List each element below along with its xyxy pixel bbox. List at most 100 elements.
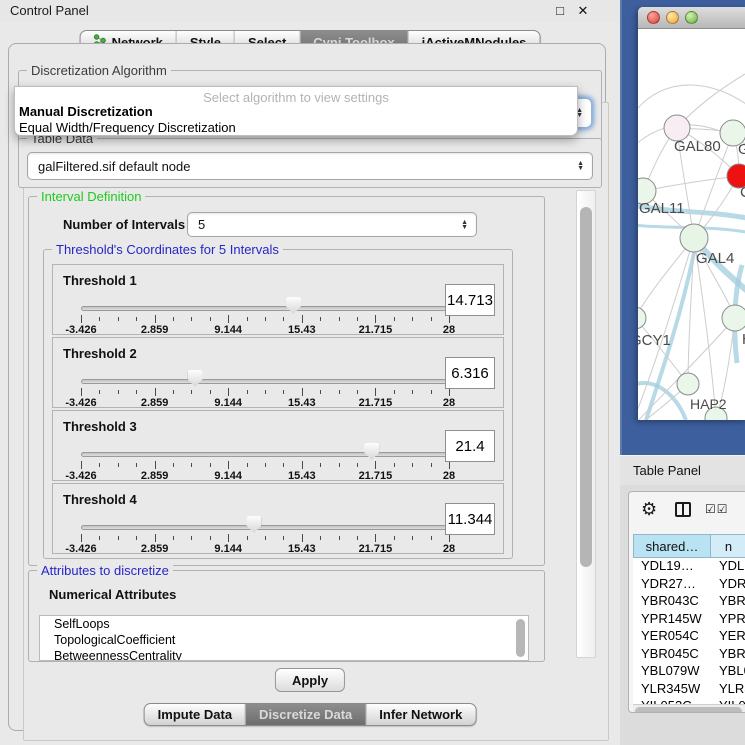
table-row[interactable]: YLR345WYLR3: [633, 681, 745, 699]
list-scrollbar-thumb[interactable]: [516, 619, 525, 657]
tick-label: 21.715: [359, 324, 393, 336]
slider-tick: [339, 463, 340, 467]
threshold-value-field[interactable]: [445, 357, 495, 389]
column-header-shared-[interactable]: shared…: [633, 534, 711, 558]
number-of-intervals-combobox[interactable]: 5 ▲▼: [187, 212, 477, 237]
slider-tick: [357, 390, 358, 394]
attribute-item-selfloops[interactable]: SelfLoops: [40, 616, 528, 632]
tick-label: 15.43: [288, 324, 316, 336]
control-panel-window: Control Panel □ ✕ NetworkStyleSelectCyni…: [0, 0, 620, 745]
slider-tick: [339, 317, 340, 321]
slider-track[interactable]: [81, 379, 449, 384]
table-cell: YDR27…: [633, 576, 711, 594]
combobox-stepper-icon[interactable]: ▲▼: [461, 220, 468, 230]
slider-tick: [320, 390, 321, 394]
slider-tick: [81, 315, 82, 323]
table-hscrollbar[interactable]: [633, 704, 745, 713]
slider-thumb[interactable]: [246, 516, 261, 533]
number-of-intervals-label: Number of Intervals: [63, 217, 185, 232]
threshold-label: Threshold 3: [63, 419, 137, 434]
attribute-item-topologicalcoefficient[interactable]: TopologicalCoefficient: [40, 632, 528, 648]
close-window-icon[interactable]: ✕: [575, 3, 591, 19]
attribute-item-betweennesscentrality[interactable]: BetweennessCentrality: [40, 648, 528, 661]
tab-discretize-data[interactable]: Discretize Data: [245, 704, 365, 725]
combobox-stepper-icon[interactable]: ▲▼: [577, 161, 584, 171]
column-header-n[interactable]: n: [711, 534, 745, 558]
table-row[interactable]: YDR27…YDR2: [633, 576, 745, 594]
slider-tick: [247, 317, 248, 321]
slider-tick: [99, 463, 100, 467]
table-cell: YER054C: [633, 628, 711, 646]
spinner-down-icon: ▼: [461, 225, 468, 230]
interval-definition-title: Interval Definition: [37, 189, 145, 204]
zoom-traffic-light-icon[interactable]: [685, 11, 698, 24]
table-row[interactable]: YBR045CYBR0: [633, 646, 745, 664]
slider-tick: [210, 536, 211, 540]
settings-scrollbar-track[interactable]: [576, 190, 596, 658]
popup-item-manual-discretization[interactable]: Manual Discretization: [19, 104, 153, 119]
network-canvas[interactable]: GAL80GCGAL11GAL4GCY1HHAP2: [638, 29, 745, 420]
algorithm-dropdown-popup: Select algorithm to view settings Manual…: [14, 86, 578, 136]
network-edge[interactable]: [638, 238, 694, 318]
slider-tick: [191, 536, 192, 540]
table-row[interactable]: YER054CYER0: [633, 628, 745, 646]
slider-tick: [302, 461, 303, 469]
table-cell: YBL0: [711, 663, 745, 681]
settings-scrollbar-thumb[interactable]: [580, 207, 592, 567]
network-graph[interactable]: GAL80GCGAL11GAL4GCY1HHAP2: [638, 29, 745, 420]
slider-thumb[interactable]: [188, 370, 203, 387]
slider-tick: [339, 536, 340, 540]
network-edge[interactable]: [638, 85, 745, 114]
tab-impute-data[interactable]: Impute Data: [145, 704, 245, 725]
table-data-group: Table Data galFiltered.sif default node …: [18, 138, 602, 188]
table-cell: YBR045C: [633, 646, 711, 664]
table-data-value: galFiltered.sif default node: [38, 159, 190, 174]
tab-infer-network[interactable]: Infer Network: [365, 704, 475, 725]
network-node-label: GAL80: [674, 138, 721, 155]
slider-track[interactable]: [81, 452, 449, 457]
table-data-combobox[interactable]: galFiltered.sif default node ▲▼: [27, 152, 593, 180]
float-window-icon[interactable]: □: [552, 3, 568, 18]
table-cell: YLR3: [711, 681, 745, 699]
network-node[interactable]: [680, 224, 708, 252]
slider-tick: [265, 390, 266, 394]
tick-label: 2.859: [141, 543, 169, 555]
minimize-traffic-light-icon[interactable]: [666, 11, 679, 24]
gear-icon[interactable]: ⚙: [641, 499, 657, 520]
table-cell: YBL079W: [633, 663, 711, 681]
network-node[interactable]: [638, 307, 646, 329]
threshold-label: Threshold 4: [63, 492, 137, 507]
threshold-value-field[interactable]: [445, 503, 495, 535]
network-node[interactable]: [677, 373, 699, 395]
threshold-value-field[interactable]: [445, 430, 495, 462]
popup-placeholder: Select algorithm to view settings: [15, 90, 577, 105]
slider-thumb[interactable]: [364, 443, 379, 460]
slider-tick: [320, 463, 321, 467]
columns-icon[interactable]: [675, 502, 691, 517]
network-edge[interactable]: [643, 176, 739, 191]
numerical-attributes-list[interactable]: SelfLoopsTopologicalCoefficientBetweenne…: [39, 615, 529, 661]
slider-track[interactable]: [81, 525, 449, 530]
popup-item-equal-width-frequency-discretization[interactable]: Equal Width/Frequency Discretization: [19, 120, 236, 135]
slider-track[interactable]: [81, 306, 449, 311]
close-traffic-light-icon[interactable]: [647, 11, 660, 24]
network-window-titlebar: [638, 7, 745, 29]
table-row[interactable]: YDL19…YDL1: [633, 558, 745, 576]
slider-tick: [449, 534, 450, 542]
slider-tick: [431, 317, 432, 321]
table-cell: YBR0: [711, 593, 745, 611]
slider-tick: [155, 315, 156, 323]
slider-tick: [449, 461, 450, 469]
table-row[interactable]: YBR043CYBR0: [633, 593, 745, 611]
table-row[interactable]: YBL079WYBL0: [633, 663, 745, 681]
threshold-value-field[interactable]: [445, 284, 495, 316]
table-cell: YDR2: [711, 576, 745, 594]
slider-tick: [247, 463, 248, 467]
table-hscrollbar-thumb[interactable]: [635, 707, 742, 713]
table-row[interactable]: YPR145WYPR1: [633, 611, 745, 629]
slider-thumb[interactable]: [286, 297, 301, 314]
apply-button[interactable]: Apply: [275, 668, 345, 692]
network-node[interactable]: [722, 305, 745, 331]
checkboxes-icon[interactable]: ☑☑: [705, 502, 729, 516]
thresholds-group: Threshold's Coordinates for 5 Intervals …: [43, 249, 513, 559]
